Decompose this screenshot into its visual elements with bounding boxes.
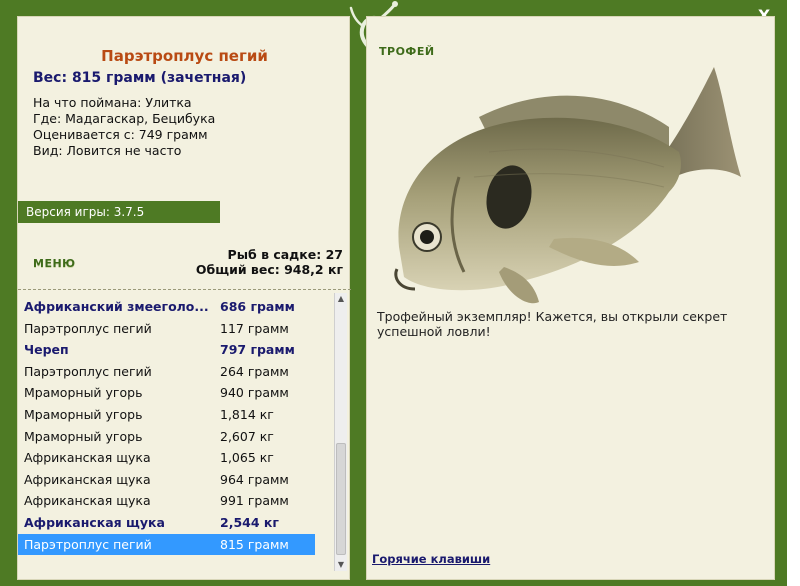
catch-item-name: Мраморный угорь bbox=[24, 407, 143, 422]
catch-list-item[interactable]: Африканская щука 2,544 кг bbox=[18, 512, 315, 533]
fish-weight: Вес: 815 грамм (зачетная) bbox=[33, 70, 247, 86]
catch-list-item[interactable]: Мраморный угорь 940 грамм bbox=[18, 382, 315, 403]
catch-list-item[interactable]: Парэтроплус пегий 117 грамм bbox=[18, 318, 315, 339]
catch-list-item[interactable]: Африканская щука 964 грамм bbox=[18, 469, 315, 490]
catch-item-name: Парэтроплус пегий bbox=[24, 536, 152, 552]
catch-item-weight: 1,814 кг bbox=[220, 407, 274, 422]
catch-list-scrollbar[interactable]: ▲ ▼ bbox=[334, 293, 347, 571]
catch-item-weight: 1,065 кг bbox=[220, 450, 274, 466]
catch-item-weight: 264 грамм bbox=[220, 363, 289, 379]
catch-item-weight: 2,607 кг bbox=[220, 428, 274, 444]
menu-button[interactable]: МЕНЮ bbox=[33, 257, 76, 270]
catch-item-weight: 2,544 кг bbox=[220, 515, 279, 530]
trophy-text: Трофейный экземпляр! Кажется, вы открыли… bbox=[377, 309, 728, 339]
fish-kind: Вид: Ловится не часто bbox=[33, 143, 182, 158]
fish-image bbox=[394, 67, 741, 304]
catch-item-name: Африканская щука bbox=[24, 471, 151, 487]
trophy-panel: ТРОФЕЙ Трофейный экземпляр! Кажется, вы … bbox=[366, 16, 775, 580]
fish-bait: На что поймана: Улитка bbox=[33, 95, 192, 110]
catch-item-weight: 940 грамм bbox=[220, 385, 289, 401]
catch-item-weight: 117 грамм bbox=[220, 320, 289, 336]
fish-info-panel: Парэтроплус пегий Вес: 815 грамм (зачетн… bbox=[17, 16, 351, 580]
catch-item-name: Африканская щука bbox=[24, 450, 151, 466]
keepnet-summary: Рыб в садке: 27 Общий вес: 948,2 кг bbox=[196, 247, 343, 277]
catch-list-item[interactable]: Африканский змееголо... 686 грамм bbox=[18, 296, 315, 317]
hotkeys-link[interactable]: Горячие клавиши bbox=[372, 552, 490, 566]
catch-item-name: Череп bbox=[24, 342, 69, 358]
catch-list-item[interactable]: Парэтроплус пегий 264 грамм bbox=[18, 361, 315, 382]
catch-item-name: Мраморный угорь bbox=[24, 385, 143, 401]
catch-list[interactable]: Африканский змееголо... 686 грамм Парэтроп… bbox=[18, 293, 332, 575]
catch-item-weight: 815 грамм bbox=[220, 536, 289, 552]
catch-item-name: Парэтроплус пегий bbox=[24, 363, 152, 379]
catch-item-name: Мраморный угорь bbox=[24, 428, 143, 444]
catch-list-item[interactable]: Африканская щука 1,065 кг bbox=[18, 447, 315, 468]
fish-valued-from: Оценивается с: 749 грамм bbox=[33, 127, 208, 142]
keepnet-total-weight: Общий вес: 948,2 кг bbox=[195, 262, 343, 277]
scroll-thumb[interactable] bbox=[336, 443, 346, 555]
catch-list-item[interactable]: Череп 797 грамм bbox=[18, 339, 315, 360]
catch-list-item[interactable]: Парэтроплус пегий 815 грамм bbox=[18, 533, 315, 555]
scroll-up-icon[interactable]: ▲ bbox=[335, 293, 347, 305]
game-version: Версия игры: 3.7.5 bbox=[18, 201, 220, 223]
scroll-down-icon[interactable]: ▼ bbox=[335, 559, 347, 571]
game-window: X Парэтроплус пегий Вес: 815 грамм (заче… bbox=[0, 0, 787, 586]
catch-item-weight: 686 грамм bbox=[220, 299, 295, 314]
keepnet-count: Рыб в садке: 27 bbox=[227, 247, 343, 262]
catch-item-name: Африканская щука bbox=[24, 515, 165, 530]
catch-item-name: Парэтроплус пегий bbox=[24, 320, 152, 336]
divider bbox=[18, 289, 351, 290]
catch-list-item[interactable]: Африканская щука 991 грамм bbox=[18, 490, 315, 511]
catch-item-name: Африканская щука bbox=[24, 493, 151, 509]
catch-item-weight: 964 грамм bbox=[220, 471, 289, 487]
fish-location: Где: Мадагаскар, Бецибука bbox=[33, 111, 216, 126]
catch-item-name: Африканский змееголо... bbox=[24, 299, 209, 314]
catch-item-weight: 991 грамм bbox=[220, 493, 289, 509]
fish-name: Парэтроплус пегий bbox=[101, 47, 268, 65]
catch-list-item[interactable]: Мраморный угорь 2,607 кг bbox=[18, 426, 315, 447]
catch-item-weight: 797 грамм bbox=[220, 342, 295, 358]
catch-list-item[interactable]: Мраморный угорь 1,814 кг bbox=[18, 404, 315, 425]
